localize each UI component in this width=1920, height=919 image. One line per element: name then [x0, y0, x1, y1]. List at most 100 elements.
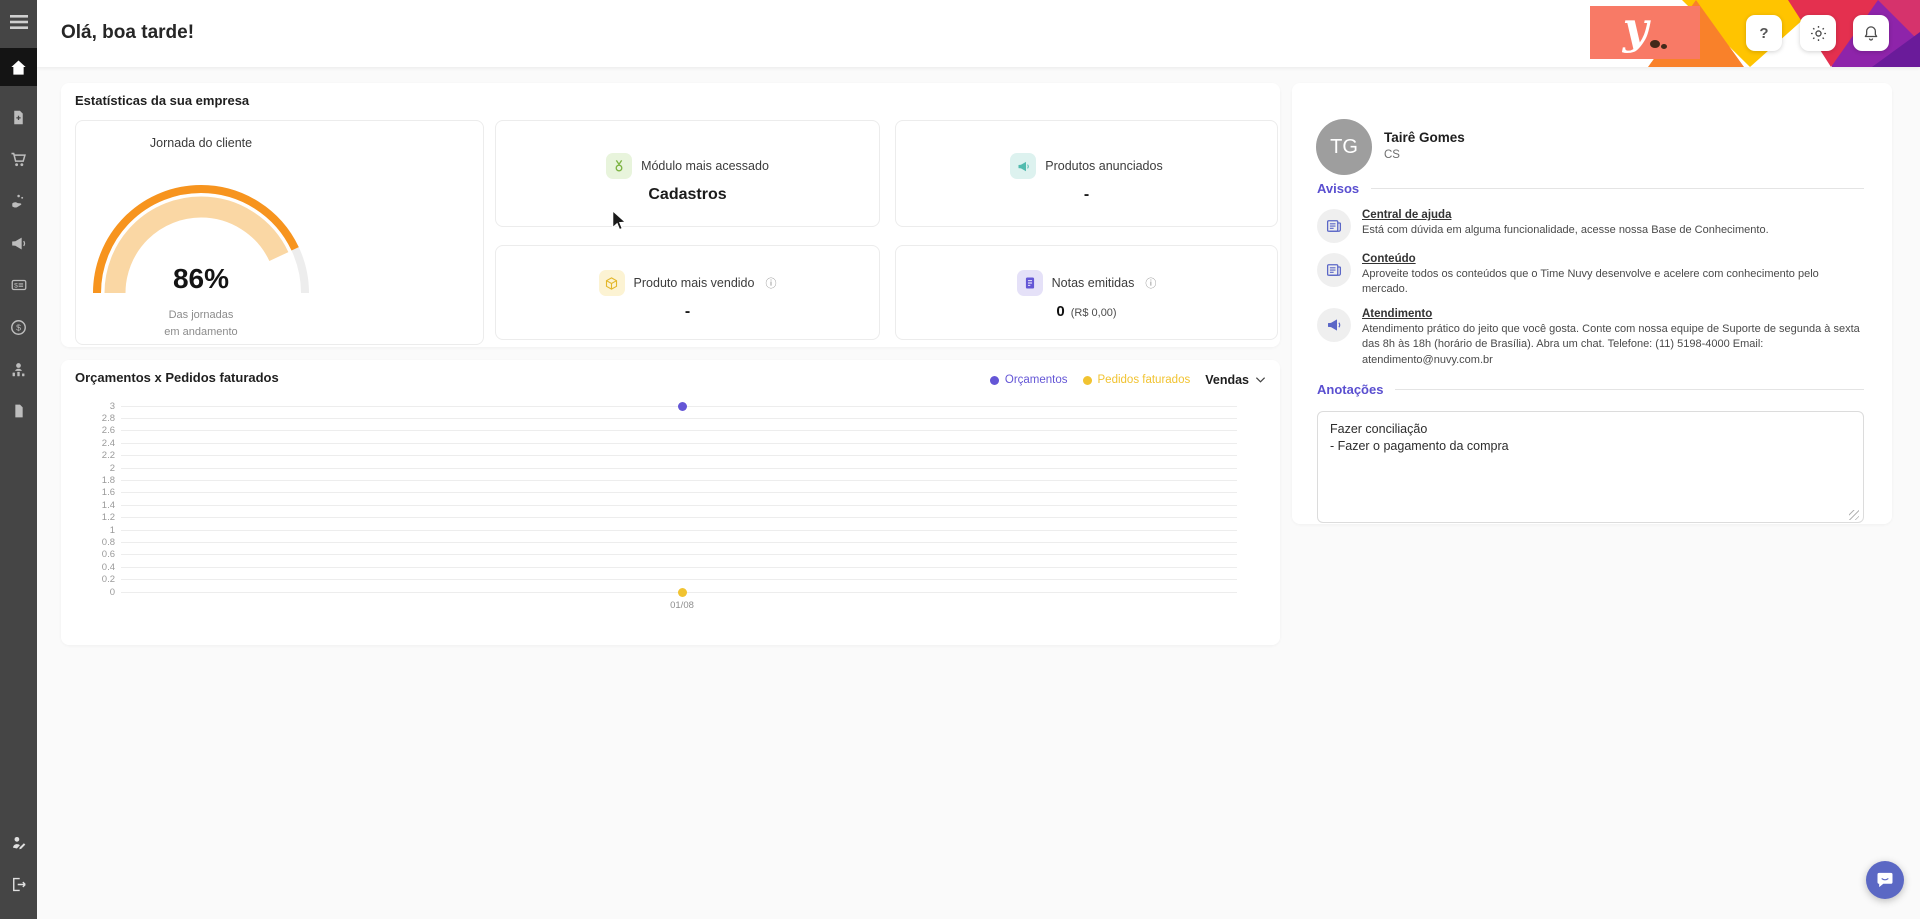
account-panel: TG Tairê Gomes CS Avisos Central de ajud…: [1292, 83, 1892, 524]
y-tick-label: 0.6: [101, 549, 115, 561]
y-gridline-row: 2.2: [81, 450, 1261, 461]
chart-legend: Orçamentos Pedidos faturados Vendas: [989, 373, 1266, 387]
notifications-button[interactable]: [1853, 15, 1889, 51]
sidebar: $ $: [0, 0, 37, 919]
y-tick-label: 0.8: [101, 536, 115, 548]
chart-panel: Orçamentos x Pedidos faturados Orçamento…: [61, 360, 1280, 645]
y-tick-label: 0.4: [101, 561, 115, 573]
settings-button[interactable]: [1800, 15, 1836, 51]
legend-item-orcamentos[interactable]: Orçamentos: [989, 374, 1068, 386]
y-gridline-row: 1.8: [81, 475, 1261, 486]
list-item-conteudo: Conteúdo Aproveite todos os conteúdos qu…: [1317, 253, 1864, 298]
chevron-down-icon: [1255, 377, 1266, 383]
invoice-icon: [1016, 270, 1043, 296]
menu-icon: [9, 15, 28, 29]
y-tick-label: 1.6: [101, 487, 115, 499]
chat-widget-button[interactable]: [1866, 861, 1904, 899]
avisos-title: Avisos: [1317, 181, 1360, 196]
y-tick-label: 2.6: [101, 425, 115, 437]
logo-dot: [1650, 39, 1661, 48]
y-tick-label: 0: [109, 586, 115, 598]
sidebar-item-customers[interactable]: [0, 348, 37, 390]
sidebar-item-logout[interactable]: [0, 863, 37, 905]
news-icon: [1317, 253, 1351, 287]
stat-card-notas-emitidas: Notas emitidas ⓘ 0 (R$ 0,00): [895, 245, 1278, 340]
legend-item-pedidos-faturados[interactable]: Pedidos faturados: [1082, 374, 1190, 386]
megaphone-icon: [1317, 307, 1351, 342]
sidebar-item-documents[interactable]: [0, 390, 37, 432]
gridline: [121, 579, 1237, 581]
journey-caption: Das jornadas em andamento: [164, 309, 238, 338]
help-icon: ?: [1759, 24, 1769, 42]
sidebar-item-finance-receive[interactable]: [0, 180, 37, 222]
stat-value: Cadastros: [648, 186, 727, 203]
resize-handle-icon[interactable]: [1849, 509, 1859, 520]
y-tick-label: 1.4: [101, 499, 115, 511]
y-tick-label: 1.2: [101, 512, 115, 524]
medal-icon: [606, 153, 633, 179]
aviso-title-link[interactable]: Central de ajuda: [1362, 209, 1769, 221]
avatar: TG: [1316, 119, 1372, 175]
y-gridline-row: 2.6: [81, 425, 1261, 437]
stat-card-produto-mais-vendido: Produto mais vendido ⓘ -: [495, 245, 880, 340]
sidebar-item-account[interactable]: [0, 821, 37, 863]
help-button[interactable]: ?: [1746, 15, 1782, 51]
y-gridline-row: 1.6: [81, 487, 1261, 499]
user-edit-icon: [12, 836, 26, 849]
sidebar-item-sales[interactable]: [0, 138, 37, 180]
notes-textarea[interactable]: Fazer conciliação - Fazer o pagamento da…: [1317, 410, 1864, 523]
stat-card-produtos-anunciados: Produtos anunciados -: [895, 120, 1278, 227]
aviso-description: Aproveite todos os conteúdos que o Time …: [1362, 268, 1819, 296]
journey-card: Jornada do cliente 86% Das jornadas em a…: [75, 120, 484, 345]
anotacoes-header: Anotações: [1317, 382, 1864, 397]
y-tick-label: 2.4: [101, 437, 115, 449]
aviso-title-link[interactable]: Atendimento: [1362, 308, 1864, 320]
sidebar-item-financial[interactable]: $: [0, 306, 37, 348]
journey-percent: 86%: [172, 263, 230, 294]
profile-name: Tairê Gomes: [1384, 130, 1465, 145]
stat-title: Módulo mais acessado: [641, 159, 769, 173]
sidebar-item-home[interactable]: [0, 48, 37, 86]
stat-value: 0 (R$ 0,00): [896, 303, 1277, 320]
file-plus-icon: [14, 110, 23, 124]
gridline: [121, 541, 1237, 543]
y-gridline-row: 3: [81, 401, 1261, 412]
notifications-bell-icon: [1864, 25, 1878, 41]
info-icon[interactable]: ⓘ: [1145, 275, 1156, 291]
chat-bubble-icon: [1877, 872, 1893, 888]
stats-section-title: Estatísticas da sua empresa: [75, 93, 250, 108]
logo-letter: y: [1622, 3, 1649, 54]
aviso-title-link[interactable]: Conteúdo: [1362, 253, 1864, 265]
data-point-Orçamentos[interactable]: [677, 401, 687, 411]
gridline: [121, 529, 1237, 531]
gridline: [121, 566, 1237, 568]
gridline: [121, 492, 1237, 494]
notas-count: 0: [1056, 303, 1065, 320]
aviso-description: Atendimento prático do jeito que você go…: [1362, 322, 1860, 366]
sidebar-item-new-document[interactable]: [0, 96, 37, 138]
list-item-central-de-ajuda: Central de ajuda Está com dúvida em algu…: [1317, 209, 1864, 243]
brand-logo[interactable]: y: [1590, 3, 1700, 59]
sidebar-item-billing[interactable]: $: [0, 264, 37, 306]
gridline: [121, 517, 1237, 519]
chart-filter-dropdown[interactable]: Vendas: [1205, 373, 1266, 387]
settings-gear-icon: [1810, 25, 1826, 41]
y-gridline-row: 0.2: [81, 574, 1261, 585]
y-gridline-row: 2: [81, 462, 1261, 474]
y-tick-label: 2.8: [101, 412, 115, 424]
app-root: $ $ Olá, boa tarde! y ? Estatísticas da …: [0, 0, 1920, 919]
info-icon[interactable]: ⓘ: [765, 275, 776, 291]
chart-plot: 3 2.8 2.6 2.4 2.2 2 1.8 1.6 1.4 1.2 1 0.8 0.6 0.4 0.2 0…: [81, 401, 1261, 621]
y-tick-label: 2: [109, 462, 115, 474]
aviso-description: Está com dúvida em alguma funcionalidade…: [1362, 224, 1769, 236]
chart-filter-label: Vendas: [1205, 373, 1249, 387]
legend-dot: [989, 375, 999, 385]
sidebar-menu-toggle[interactable]: [0, 2, 37, 42]
account-panel-body: Avisos Central de ajuda Está com dúvida …: [1317, 181, 1864, 528]
logo-dot-small: [1661, 44, 1668, 49]
dollar-circle-icon: $: [11, 319, 26, 335]
data-point-Pedidos faturados[interactable]: [677, 587, 687, 597]
y-gridline-row: 1: [81, 525, 1261, 536]
y-gridline-row: 0.4: [81, 561, 1261, 573]
sidebar-item-marketing[interactable]: [0, 222, 37, 264]
